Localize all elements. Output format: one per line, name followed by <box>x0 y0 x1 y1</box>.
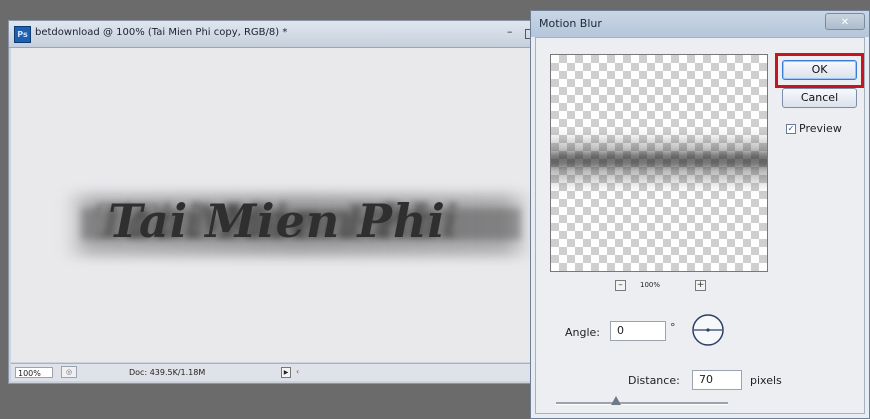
angle-label: Angle: <box>565 326 601 339</box>
canvas-text-layer: Tai Mien Phi <box>108 194 446 248</box>
doc-size-info: Doc: 439.5K/1.18M <box>129 368 206 377</box>
zoom-in-button[interactable]: + <box>695 280 706 291</box>
distance-label: Distance: <box>628 374 680 387</box>
degree-symbol: ° <box>670 321 676 334</box>
status-menu-arrow-icon[interactable]: ▶ <box>281 367 291 378</box>
distance-input[interactable]: 70 <box>692 370 742 390</box>
preview-blur-core <box>551 153 767 167</box>
dialog-titlebar[interactable]: Motion Blur ✕ <box>531 11 869 37</box>
document-titlebar[interactable]: Ps betdownload @ 100% (Tai Mien Phi copy… <box>9 21 545 48</box>
document-canvas[interactable]: Tai Mien Phi <box>11 48 543 362</box>
dialog-title: Motion Blur <box>539 17 602 30</box>
close-button[interactable]: ✕ <box>825 13 865 30</box>
cancel-button[interactable]: Cancel <box>782 88 857 108</box>
zoom-field[interactable]: 100% <box>15 367 53 378</box>
motion-blur-dialog: Motion Blur ✕ – 100% + Angle: 0 ° Distan… <box>530 10 870 419</box>
dialog-body: – 100% + Angle: 0 ° Distance: 70 pixels … <box>535 37 865 414</box>
distance-unit: pixels <box>750 374 782 387</box>
filter-preview[interactable] <box>550 54 768 272</box>
distance-slider-track[interactable] <box>556 402 728 405</box>
distance-slider-thumb[interactable] <box>611 396 621 405</box>
status-icon[interactable]: ◎ <box>61 366 77 378</box>
preview-label: Preview <box>799 122 842 135</box>
angle-input[interactable]: 0 <box>610 321 666 341</box>
ok-button[interactable]: OK <box>782 60 857 80</box>
photoshop-icon: Ps <box>14 26 31 43</box>
status-bar: 100% ◎ Doc: 439.5K/1.18M ▶ ‹ <box>11 363 543 381</box>
preview-zoom-level: 100% <box>640 281 661 289</box>
minimize-button[interactable]: – <box>507 25 513 38</box>
document-title: betdownload @ 100% (Tai Mien Phi copy, R… <box>35 27 288 38</box>
scroll-left-icon[interactable]: ‹ <box>296 367 299 376</box>
angle-dial-icon[interactable] <box>691 313 725 347</box>
preview-checkbox[interactable]: ✓ <box>786 124 796 134</box>
zoom-out-button[interactable]: – <box>615 280 626 291</box>
document-window: Ps betdownload @ 100% (Tai Mien Phi copy… <box>8 20 546 384</box>
